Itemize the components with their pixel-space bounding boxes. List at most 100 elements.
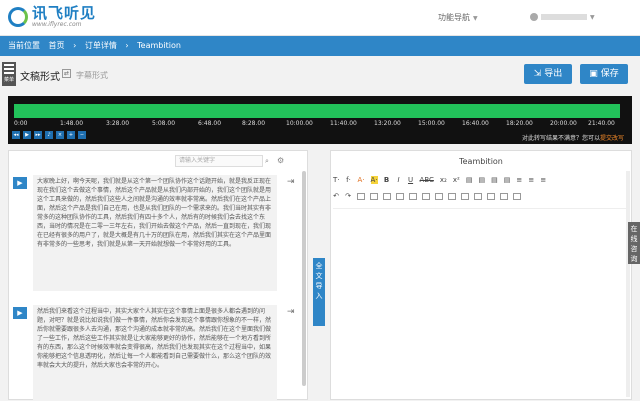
- redo-icon[interactable]: ↷: [345, 192, 351, 200]
- logo-url: www.iflyrec.com: [32, 21, 82, 28]
- player-controls: ◂◂ ▶ ▸▸ ♪ × + −: [12, 131, 89, 139]
- table-icon[interactable]: [448, 192, 456, 200]
- subscript-icon[interactable]: x₂: [440, 176, 447, 184]
- save-button[interactable]: ▣ 保存: [580, 64, 628, 84]
- scrollbar[interactable]: [302, 171, 306, 386]
- timeline-tick: 5:08.00: [152, 120, 176, 127]
- menu-button[interactable]: 菜单: [2, 62, 16, 86]
- table-icon[interactable]: [513, 192, 521, 200]
- paragraph-text[interactable]: 然后我们来看这个过程当中，其实大家个人其实在这个事情上面是很多人都会遇到的问题，…: [33, 305, 277, 401]
- function-nav-menu[interactable]: 功能导航 ▼: [438, 12, 478, 23]
- superscript-icon[interactable]: x²: [453, 176, 460, 184]
- table-icon[interactable]: [500, 192, 508, 200]
- play-segment-icon[interactable]: ▶: [13, 307, 27, 319]
- breadcrumb-file: Teambition: [137, 41, 181, 50]
- logo[interactable]: 讯飞听见 www.iflyrec.com: [8, 5, 96, 28]
- bold-icon[interactable]: B: [384, 176, 390, 184]
- menu-icon: [4, 64, 14, 74]
- unordered-list-icon[interactable]: ≡: [528, 176, 534, 184]
- font-family-icon[interactable]: f·: [346, 176, 352, 184]
- scrollbar[interactable]: [626, 171, 630, 397]
- table-icon[interactable]: [370, 192, 378, 200]
- speed-icon[interactable]: ×: [56, 131, 64, 139]
- breadcrumb: 当前位置 首页 › 订单详情 › Teambition: [0, 36, 640, 56]
- forward-icon[interactable]: ▸▸: [34, 131, 42, 139]
- search-icon[interactable]: ⌕: [265, 155, 275, 167]
- table-icon[interactable]: [396, 192, 404, 200]
- online-consult-tab[interactable]: 在线咨询: [628, 222, 640, 264]
- transcript-panel: 请输入关键字 ⌕ ⚙ ▶ 大家晚上好，啊今天呢，我们就是从这个第一个团队协作这个…: [8, 150, 308, 401]
- play-segment-icon[interactable]: ▶: [13, 177, 27, 189]
- user-name-redacted: [541, 13, 587, 20]
- user-menu[interactable]: ▼: [530, 12, 595, 21]
- play-icon[interactable]: ▶: [23, 131, 31, 139]
- export-icon: ⇲: [533, 69, 542, 79]
- editor-textarea[interactable]: [333, 211, 625, 397]
- document-title: Teambition: [459, 157, 503, 166]
- volume-icon[interactable]: ♪: [45, 131, 53, 139]
- timeline-tick: 0:00: [14, 120, 28, 127]
- font-size-icon[interactable]: T·: [333, 176, 340, 184]
- table-icon[interactable]: [474, 192, 482, 200]
- highlight-icon[interactable]: A·: [370, 176, 378, 184]
- table-icon[interactable]: [487, 192, 495, 200]
- undo-icon[interactable]: ↶: [333, 192, 339, 200]
- timeline-tick: 1:48.00: [60, 120, 84, 127]
- export-label: 导出: [544, 69, 563, 79]
- paragraph-text[interactable]: 大家晚上好，啊今天呢，我们就是从这个第一个团队协作这个话题开始，就是我反正现在现…: [33, 175, 277, 291]
- import-all-button[interactable]: 全文导入: [313, 258, 325, 326]
- breadcrumb-order[interactable]: 订单详情: [85, 41, 117, 50]
- rewrite-note-text: 对此转写结果不满意？您可以: [521, 135, 600, 142]
- breadcrumb-separator: ›: [125, 41, 129, 50]
- timeline-tick: 8:28.00: [242, 120, 266, 127]
- align-justify-icon[interactable]: ▤: [504, 176, 511, 184]
- align-center-icon[interactable]: ▤: [478, 176, 485, 184]
- import-all-label: 全文导入: [315, 262, 323, 300]
- editor-panel: Teambition T· f· A· A· B I U ABC x₂ x² ▤…: [330, 150, 632, 400]
- table-icon[interactable]: [357, 192, 365, 200]
- insert-paragraph-icon[interactable]: ⇥: [287, 177, 295, 187]
- export-button[interactable]: ⇲ 导出: [524, 64, 572, 84]
- strikethrough-icon[interactable]: ABC: [420, 176, 434, 184]
- table-icon[interactable]: [409, 192, 417, 200]
- save-icon: ▣: [589, 69, 598, 79]
- search-input[interactable]: 请输入关键字: [175, 155, 263, 167]
- ordered-list-icon[interactable]: ≡: [516, 176, 522, 184]
- timeline-tick: 10:00.00: [286, 120, 313, 127]
- align-right-icon[interactable]: ▤: [491, 176, 498, 184]
- zoom-out-icon[interactable]: −: [78, 131, 86, 139]
- online-consult-label: 在线咨询: [630, 225, 638, 263]
- timeline: 0:00 1:48.00 3:28.00 5:08.00 6:48.00 8:2…: [14, 120, 620, 130]
- font-color-icon[interactable]: A·: [358, 176, 365, 184]
- breadcrumb-separator: ›: [73, 41, 77, 50]
- rewrite-note: 对此转写结果不满意？您可以提交改写: [522, 133, 624, 142]
- timeline-tick: 21:40.00: [588, 120, 615, 127]
- table-icon[interactable]: [435, 192, 443, 200]
- audio-waveform-player[interactable]: 0:00 1:48.00 3:28.00 5:08.00 6:48.00 8:2…: [8, 96, 632, 144]
- table-icon[interactable]: [383, 192, 391, 200]
- table-icon[interactable]: [461, 192, 469, 200]
- waveform[interactable]: [14, 104, 620, 118]
- zoom-in-icon[interactable]: +: [67, 131, 75, 139]
- top-header: 讯飞听见 www.iflyrec.com 功能导航 ▼ ▼: [0, 0, 640, 36]
- gear-icon[interactable]: ⚙: [277, 155, 287, 167]
- timeline-tick: 3:28.00: [106, 120, 130, 127]
- table-icon[interactable]: [422, 192, 430, 200]
- tab-manuscript-mode[interactable]: 文稿形式: [20, 68, 60, 83]
- align-left-icon[interactable]: ▤: [466, 176, 473, 184]
- rewrite-link[interactable]: 提交改写: [600, 135, 624, 142]
- timeline-tick: 20:00.00: [550, 120, 577, 127]
- chevron-down-icon: ▼: [590, 14, 595, 21]
- insert-paragraph-icon[interactable]: ⇥: [287, 307, 295, 317]
- underline-icon[interactable]: U: [408, 176, 414, 184]
- rewind-icon[interactable]: ◂◂: [12, 131, 20, 139]
- logo-text: 讯飞听见: [32, 4, 97, 22]
- indent-icon[interactable]: ≡: [540, 176, 546, 184]
- switch-mode-icon[interactable]: ⇄: [62, 69, 71, 78]
- tab-subtitle-mode[interactable]: 字幕形式: [76, 70, 108, 81]
- transcript-paragraph: ▶ 然后我们来看这个过程当中，其实大家个人其实在这个事情上面是很多人都会遇到的问…: [11, 305, 307, 401]
- italic-icon[interactable]: I: [396, 176, 402, 184]
- timeline-tick: 13:20.00: [374, 120, 401, 127]
- breadcrumb-home[interactable]: 首页: [49, 41, 65, 50]
- chevron-down-icon: ▼: [473, 15, 478, 22]
